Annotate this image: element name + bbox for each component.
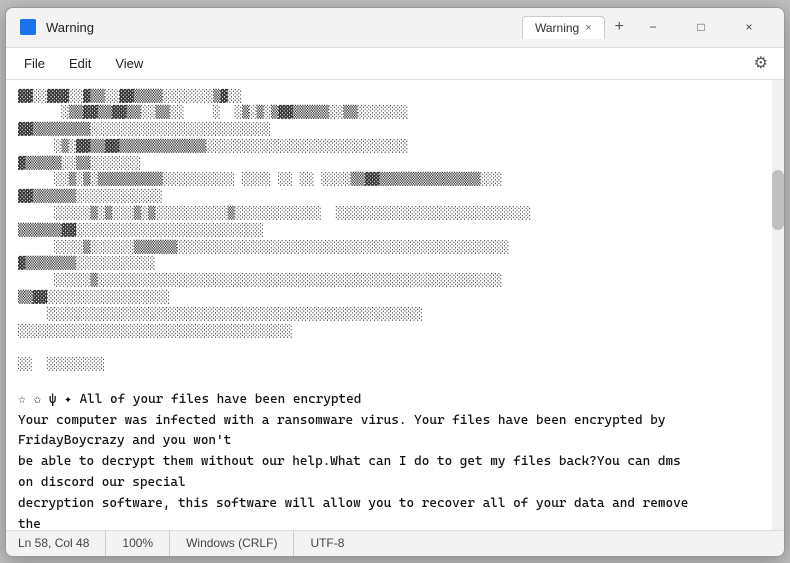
garbled-line: ░░░░▒░░░░░░▒▒▒▒▒▒░░░░░░░░░░░░░░░░░░░░░░░…: [18, 239, 772, 256]
menu-view[interactable]: View: [105, 52, 153, 75]
ransom-line: on discord our special: [18, 473, 772, 494]
garbled-line: ▓▓▒▒▒▒▒▒░░░░░░░░░░░░: [18, 188, 772, 205]
garbled-line: ░░ ░░░░░░░░: [18, 356, 772, 373]
minimize-button[interactable]: −: [630, 11, 676, 43]
app-icon: [18, 17, 38, 37]
ransom-line: the: [18, 515, 772, 530]
garbled-line: ░░░░░▒░░░░░░░░░░░░░░░░░░░░░░░░░░░░░░░░░░…: [18, 272, 772, 289]
zoom-level: 100%: [106, 531, 170, 556]
garbled-line: ▓▓░░▓▓▓░░▓▒▒░░▓▓▒▒▒▒░░░░░░░▒▓░░: [18, 88, 772, 105]
garbled-line: ▒▒▒▒▒▒▓▓░░░░░░░░░░░░░░░░░░░░░░░░░░: [18, 222, 772, 239]
ransom-line: ☆ ✩ ψ ✦ All of your files have been encr…: [18, 390, 772, 411]
editor-area[interactable]: ▓▓░░▓▓▓░░▓▒▒░░▓▓▒▒▒▒░░░░░░░▒▓░░ ░▒▒▓▓▒▒▓…: [6, 80, 784, 530]
main-window: Warning Warning × + − □ × File Edit View…: [5, 7, 785, 557]
menu-bar: File Edit View ⚙: [6, 48, 784, 80]
cursor-position: Ln 58, Col 48: [18, 531, 106, 556]
window-controls: − □ ×: [630, 11, 772, 43]
garbled-line: ▒▒▓▓░░░░░░░░░░░░░░░░░: [18, 289, 772, 306]
status-bar: Ln 58, Col 48 100% Windows (CRLF) UTF-8: [6, 530, 784, 556]
menu-file[interactable]: File: [14, 52, 55, 75]
new-tab-button[interactable]: +: [609, 18, 630, 36]
tab-close-button[interactable]: ×: [585, 22, 591, 34]
garbled-line: ░░▒░▒░▒▒▒▒▒▒▒▒▒░░░░░░░░░░ ░░░░ ░░ ░░ ░░░…: [18, 171, 772, 188]
menu-edit[interactable]: Edit: [59, 52, 101, 75]
tab-area: Warning × +: [522, 16, 630, 39]
scrollbar-thumb[interactable]: [772, 170, 784, 230]
garbled-line: ░░░░░░░░░░░░░░░░░░░░░░░░░░░░░░░░░░░░░░░░…: [18, 306, 772, 323]
ransom-line: Your computer was infected with a ransom…: [18, 411, 772, 432]
tab-label: Warning: [535, 21, 579, 35]
garbled-line: ░░░░░▒░▒░░░▒░▒░░░░░░░░░░▒░░░░░░░░░░░░ ░░…: [18, 205, 772, 222]
close-button[interactable]: ×: [726, 11, 772, 43]
tab-warning[interactable]: Warning ×: [522, 16, 605, 39]
garbled-line: [18, 339, 772, 356]
ransom-line: be able to decrypt them without our help…: [18, 452, 772, 473]
garbled-line: ░▒▒▓▓▒▒▓▓▒▒░░▒▒░░ ░ ░▒░▒░▒▓▓▒▒▒▒▒░░▒▒░░░…: [18, 104, 772, 121]
window-title: Warning: [46, 20, 514, 35]
garbled-line: [18, 373, 772, 390]
ransom-line: FridayBoycrazy and you won't: [18, 431, 772, 452]
maximize-button[interactable]: □: [678, 11, 724, 43]
garbled-line: ▓▒▒▒▒▒░░▒▒░░░░░░░: [18, 155, 772, 172]
encoding: UTF-8: [294, 531, 360, 556]
garbled-line: ░░░░░░░░░░░░░░░░░░░░░░░░░░░░░░░░░░░░░░: [18, 323, 772, 340]
garbled-line: ░▒░▓▓▒▒▓▓▒▒▒▒▒▒▒▒▒▒▒▒░░░░░░░░░░░░░░░░░░░…: [18, 138, 772, 155]
title-bar: Warning Warning × + − □ ×: [6, 8, 784, 48]
garbled-line: ▓▓▒▒▒▒▒▒▒▒░░░░░░░░░░░░░░░░░░░░░░░░░: [18, 121, 772, 138]
scrollbar-track[interactable]: [772, 80, 784, 530]
line-ending: Windows (CRLF): [170, 531, 294, 556]
ransom-line: decryption software, this software will …: [18, 494, 772, 515]
editor-wrapper: ▓▓░░▓▓▓░░▓▒▒░░▓▓▒▒▒▒░░░░░░░▒▓░░ ░▒▒▓▓▒▒▓…: [6, 80, 784, 530]
garbled-line: ▓▒▒▒▒▒▒▒░░░░░░░░░░░: [18, 255, 772, 272]
settings-icon[interactable]: ⚙: [746, 49, 776, 77]
